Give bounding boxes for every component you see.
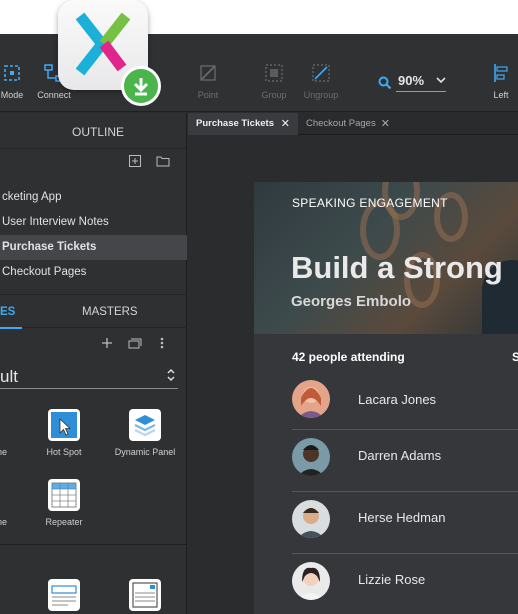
close-tab-icon[interactable]: ✕ [381,113,390,135]
widget-repeater[interactable]: Repeater [29,479,99,527]
library-tabs: ES MASTERS [0,294,187,329]
avatar [292,438,330,476]
outline-header: OUTLINE [0,113,186,149]
outline-item-checkout-pages[interactable]: Checkout Pages [0,260,187,285]
attendee-name: Lizzie Rose [358,572,426,587]
canvas[interactable]: SPEAKING ENGAGEMENT Build a Strong Georg… [188,136,518,614]
widget-hot-spot[interactable]: Hot Spot [29,409,99,457]
left-panel: OUTLINE cketing App User Interview Notes… [0,113,187,614]
panel-divider [0,544,187,545]
attendee-name: Darren Adams [358,448,442,463]
align-left-button[interactable]: Left [484,60,518,100]
hero-eyebrow: SPEAKING ENGAGEMENT [292,196,448,210]
group-icon [261,60,287,86]
outline-item-purchase-tickets[interactable]: Purchase Tickets [0,235,187,260]
outline-list: cketing App User Interview Notes Purchas… [0,177,187,287]
avatar [292,380,330,418]
artboard[interactable]: SPEAKING ENGAGEMENT Build a Strong Georg… [254,182,518,614]
avatar [292,562,330,600]
download-badge [121,66,161,106]
dynamic-panel-icon [129,409,161,441]
outline-item-user-interview-notes[interactable]: User Interview Notes [0,210,187,235]
attendee-name: Herse Hedman [358,510,446,525]
attendee-name: Lacara Jones [358,392,437,407]
library-tools [0,328,187,358]
connect-label: Connect [37,90,71,100]
group-button[interactable]: Group [256,60,292,100]
select-arrows-icon [167,368,175,382]
widget-dynamic-panel[interactable]: Dynamic Panel [110,409,180,457]
zoom-control[interactable]: 90% [378,72,448,92]
library-select[interactable]: ult [0,363,178,389]
chevron-down-icon [436,77,446,84]
add-folder-icon[interactable] [156,155,170,167]
document-tabs: Purchase Tickets ✕ Checkout Pages ✕ [188,113,518,135]
zoom-value: 90% [398,73,425,88]
hero-speaker-name: Georges Embolo [291,293,412,310]
attendee-row: Herse Hedman [292,492,518,554]
library-select-value: ult [0,367,18,386]
attendee-row: Darren Adams [292,430,518,492]
hero-banner: SPEAKING ENGAGEMENT Build a Strong Georg… [254,182,518,334]
attending-extra: S [512,350,518,364]
tab-checkout-pages[interactable]: Checkout Pages ✕ [298,113,398,135]
hero-headline: Build a Strong [291,250,503,285]
more-options-icon[interactable] [160,337,164,349]
tab-purchase-tickets[interactable]: Purchase Tickets ✕ [188,113,298,135]
ungroup-label: Ungroup [303,90,339,100]
align-left-icon [488,60,514,86]
close-tab-icon[interactable]: ✕ [281,113,290,135]
mode-label: Mode [0,90,24,100]
mode-button[interactable]: Mode [0,60,30,100]
repeater-icon [48,479,80,511]
left-label: Left [493,90,509,100]
outline-item-app[interactable]: cketing App [0,185,187,210]
tab-libraries[interactable]: ES [0,306,15,318]
table-panel-icon [129,579,161,611]
form-field-icon [48,579,80,611]
zoom-search-icon [378,76,392,90]
ungroup-button[interactable]: Ungroup [298,60,344,100]
group-label: Group [261,90,287,100]
mode-icon [0,60,25,86]
point-label: Point [197,90,219,100]
point-button[interactable]: Point [188,60,228,100]
attending-count: 42 people attending [292,350,405,364]
download-arrow-icon [133,78,149,96]
outline-tools [0,149,186,177]
tab-masters[interactable]: MASTERS [82,306,138,318]
attendee-row: Lizzie Rose [292,554,518,614]
add-library-icon[interactable] [101,337,113,349]
point-icon [195,60,221,86]
ungroup-icon [308,60,334,86]
widget-form-field[interactable] [29,579,99,614]
add-page-icon[interactable] [129,155,141,167]
widget-table-panel[interactable] [110,579,180,614]
hot-spot-icon [48,409,80,441]
avatar [292,500,330,538]
attendee-row: Lacara Jones [292,368,518,430]
library-copy-icon[interactable] [128,337,142,349]
